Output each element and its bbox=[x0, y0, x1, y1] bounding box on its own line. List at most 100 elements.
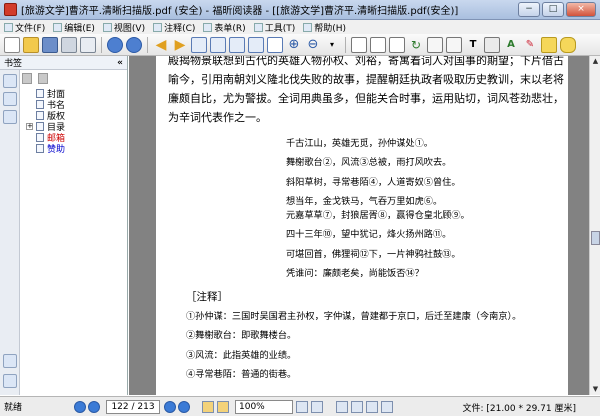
last-page-icon[interactable] bbox=[248, 36, 264, 53]
poem-stanza-1: 千古江山，英雄无觅，孙仲谋处①。 舞榭歌台②，风流③总被，雨打风吹去。 斜阳草树… bbox=[286, 134, 461, 212]
note-item: ②舞榭歌台：即歌舞楼台。 bbox=[186, 330, 297, 342]
document-size: 文件: [21.00 * 29.71 厘米] bbox=[462, 404, 576, 414]
menu-edit[interactable]: 编辑(E) bbox=[53, 21, 95, 34]
zoom-out-icon[interactable]: ⊖ bbox=[305, 37, 321, 53]
bookmark-icon bbox=[36, 100, 44, 109]
bookmark-panel: 书签 « 封面 书名 版权 + 目录 邮箱 赞助 bbox=[0, 56, 128, 395]
scroll-thumb[interactable] bbox=[591, 231, 600, 245]
select-text-icon[interactable] bbox=[126, 36, 142, 53]
cover-status-icon[interactable] bbox=[381, 400, 393, 413]
first-page-button[interactable] bbox=[74, 400, 86, 413]
bookmarks-tab-icon[interactable] bbox=[3, 74, 17, 88]
facing-status-icon[interactable] bbox=[366, 400, 378, 413]
zoom-out-status-icon[interactable] bbox=[296, 400, 308, 413]
tools-icon bbox=[253, 22, 263, 32]
menu-help[interactable]: 帮助(H) bbox=[303, 21, 346, 34]
edit-icon bbox=[53, 22, 63, 32]
foxit-app-icon bbox=[4, 3, 17, 16]
bookmark-icon bbox=[36, 89, 44, 98]
hand-tool-icon[interactable] bbox=[107, 36, 123, 53]
zoom-field[interactable]: 100% bbox=[235, 399, 293, 414]
fit-width-icon[interactable] bbox=[427, 36, 443, 53]
pages-tab-icon[interactable] bbox=[3, 92, 17, 106]
menu-file[interactable]: 文件(F) bbox=[4, 21, 45, 34]
main-toolbar: ◀ ▶ ⊕ ⊖ ▾ ↻ T A ✎ bbox=[0, 34, 600, 56]
bookmark-item[interactable]: 赞助 bbox=[26, 143, 65, 155]
poem-line: 可堪回首，佛狸祠⑫下，一片神鸦社鼓⑬。 bbox=[286, 248, 461, 260]
rotate-icon[interactable]: ↻ bbox=[408, 37, 424, 53]
scroll-up-icon[interactable]: ▲ bbox=[590, 56, 600, 67]
forward-view-icon[interactable] bbox=[217, 400, 229, 413]
bookmark-icon bbox=[36, 111, 44, 120]
close-button[interactable]: × bbox=[566, 2, 596, 17]
document-viewport[interactable]: 殿揭物景联想到古代的英雄人物孙权、刘裕，寄寓着词人对国事的期望；下片借古喻今，引… bbox=[129, 56, 589, 395]
form-icon bbox=[203, 22, 213, 32]
open-folder-icon[interactable] bbox=[23, 36, 39, 53]
note-icon[interactable] bbox=[541, 36, 557, 53]
layers-tab-icon[interactable] bbox=[3, 110, 17, 124]
fit-page-icon[interactable] bbox=[267, 36, 283, 53]
toolbar-divider bbox=[101, 36, 102, 53]
text-icon[interactable]: T bbox=[465, 37, 481, 53]
menu-bar: 文件(F) 编辑(E) 视图(V) 注释(C) 表单(R) 工具(T) 帮助(H… bbox=[0, 20, 600, 34]
bookmark-tree: 封面 书名 版权 + 目录 邮箱 赞助 bbox=[26, 88, 65, 155]
typewriter-icon[interactable]: A bbox=[503, 37, 519, 53]
prev-page-button[interactable] bbox=[88, 400, 100, 413]
facing-icon[interactable] bbox=[389, 36, 405, 53]
note-item: ①孙仲谋：三国时吴国君主孙权，字仲谋，曾建都于京口，后迁至建康（今南京）。 bbox=[186, 311, 522, 322]
page-number-field[interactable]: 122 / 213 bbox=[106, 399, 160, 414]
collapse-panel-button[interactable]: « bbox=[117, 58, 123, 68]
continuous-icon[interactable] bbox=[370, 36, 386, 53]
notes-list: ①孙仲谋：三国时吴国君主孙权，字仲谋，曾建都于京口，后迁至建康（今南京）。 ②舞… bbox=[168, 307, 564, 384]
poem-line: 舞榭歌台②，风流③总被，雨打风吹去。 bbox=[286, 157, 452, 169]
single-page-status-icon[interactable] bbox=[336, 400, 348, 413]
scroll-down-icon[interactable]: ▼ bbox=[590, 384, 600, 395]
new-bookmark-icon[interactable] bbox=[38, 72, 48, 84]
snapshot-icon[interactable] bbox=[484, 36, 500, 53]
zoom-in-icon[interactable]: ⊕ bbox=[286, 37, 302, 53]
zoom-in-status-icon[interactable] bbox=[311, 400, 323, 413]
continuous-status-icon[interactable] bbox=[351, 400, 363, 413]
save-icon[interactable] bbox=[42, 36, 58, 53]
comment-icon bbox=[153, 22, 163, 32]
new-doc-icon[interactable] bbox=[4, 36, 20, 53]
back-arrow-icon[interactable]: ◀ bbox=[153, 37, 169, 53]
print-icon[interactable] bbox=[61, 36, 77, 53]
next-page-icon[interactable] bbox=[229, 36, 245, 53]
note-item: ④寻常巷陌：普通的街巷。 bbox=[186, 368, 297, 380]
back-view-icon[interactable] bbox=[202, 400, 214, 413]
next-page-button[interactable] bbox=[164, 400, 176, 413]
vertical-scrollbar[interactable]: ▲ ▼ bbox=[589, 56, 600, 395]
poem-stanza-2: 元嘉草草⑦，封狼居胥⑧，赢得仓皇北顾⑨。 四十三年⑩，望中犹记，烽火扬州路⑪。 … bbox=[286, 206, 470, 284]
panel-rail bbox=[0, 70, 20, 395]
comments-tab-icon[interactable] bbox=[3, 354, 17, 368]
zoom-dropdown-icon[interactable]: ▾ bbox=[324, 37, 340, 53]
first-page-icon[interactable] bbox=[191, 36, 207, 53]
expand-icon[interactable]: + bbox=[26, 123, 33, 130]
toolbar-divider bbox=[147, 36, 148, 53]
view-icon bbox=[102, 22, 112, 32]
note-item: ③风流：此指英雄的业绩。 bbox=[186, 349, 297, 361]
intro-paragraph: 殿揭物景联想到古代的英雄人物孙权、刘裕，寄寓着词人对国事的期望；下片借古喻今，引… bbox=[168, 56, 564, 124]
notes-heading: ［注释］ bbox=[186, 291, 228, 303]
comment-bubble-icon[interactable] bbox=[560, 36, 576, 53]
menu-view[interactable]: 视图(V) bbox=[102, 21, 145, 34]
single-page-icon[interactable] bbox=[351, 36, 367, 53]
highlight-icon[interactable]: ✎ bbox=[522, 37, 538, 53]
forward-arrow-icon[interactable]: ▶ bbox=[172, 37, 188, 53]
email-icon[interactable] bbox=[80, 36, 96, 53]
bookmark-panel-title: 书签 bbox=[4, 59, 23, 69]
menu-comment[interactable]: 注释(C) bbox=[153, 21, 195, 34]
last-page-button[interactable] bbox=[178, 400, 190, 413]
menu-form[interactable]: 表单(R) bbox=[203, 21, 246, 34]
attachments-tab-icon[interactable] bbox=[3, 374, 17, 388]
help-icon bbox=[303, 22, 313, 32]
menu-tools[interactable]: 工具(T) bbox=[253, 21, 295, 34]
poem-line: 千古江山，英雄无觅，孙仲谋处①。 bbox=[286, 138, 433, 149]
status-ready: 就绪 bbox=[4, 403, 23, 413]
delete-bookmark-icon[interactable] bbox=[22, 72, 32, 84]
minimize-button[interactable]: − bbox=[518, 2, 540, 17]
actual-size-icon[interactable] bbox=[446, 36, 462, 53]
prev-page-icon[interactable] bbox=[210, 36, 226, 53]
maximize-button[interactable]: □ bbox=[542, 2, 564, 17]
